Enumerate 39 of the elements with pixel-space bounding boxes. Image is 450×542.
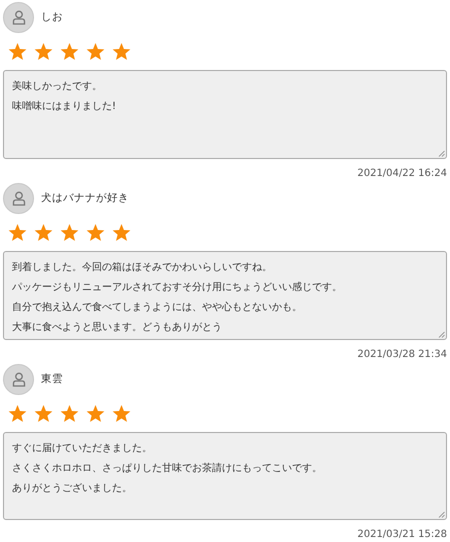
resize-handle-icon[interactable] [438,511,445,518]
star-icon [60,405,79,423]
review-date: 2021/04/22 16:24 [357,167,447,181]
star-icon [86,405,105,423]
star-icon [86,224,105,242]
avatar-icon [3,183,34,214]
review-text-box[interactable]: すぐに届けていただきました。 さくさくホロホロ、さっぱりした甘味でお茶請けにもってこいです。 ありがとうございました。 [3,432,447,520]
star-icon [86,43,105,61]
resize-handle-icon[interactable] [438,331,445,338]
review-text-line: 自分で抱え込んで食べてしまうようには、やや心もとないかも。 [12,300,302,316]
star-icon [8,224,27,242]
review-text-line: 味噌味にはまりました! [12,100,116,114]
reviewer-name: しお [41,10,63,25]
star-icon [34,43,53,61]
review-text-line: 到着しました。今回の箱はほそみでかわいらしいですね。 [12,260,272,276]
review-date: 2021/03/28 21:34 [357,348,447,362]
review-date: 2021/03/21 15:28 [357,528,447,542]
star-icon [34,405,53,423]
reviewer-name: 犬はバナナが好き [41,190,129,206]
reviewer-name: 東雲 [41,372,63,387]
star-icon [34,224,53,242]
avatar-icon [3,364,34,395]
star-icon [112,224,131,242]
star-icon [60,224,79,242]
review-text-line: ありがとうございました。 [12,482,132,496]
review-text-box[interactable]: 美味しかったです。 味噌味にはまりました! [3,70,447,159]
review-text-line: すぐに届けていただきました。 [12,442,152,456]
star-icon [112,405,131,423]
avatar-icon [3,2,34,33]
review-text-line: 美味しかったです。 [12,80,102,94]
review-text-box[interactable]: 到着しました。今回の箱はほそみでかわいらしいですね。 パッケージもリニューアルされておすそ分け用にちょうどいい感じです。 自分で抱え込んで食べてしまうようには、やや心もとないかも。 大事に食べようと思います。どうもありがとう [3,251,447,340]
star-icon [8,405,27,423]
star-icon [8,43,27,61]
review-text-line: パッケージもリニューアルされておすそ分け用にちょうどいい感じです。 [12,280,342,296]
review-text-line: 大事に食べようと思います。どうもありがとう [12,320,222,336]
star-icon [60,43,79,61]
review-text-line: さくさくホロホロ、さっぱりした甘味でお茶請けにもってこいです。 [12,462,322,476]
star-icon [112,43,131,61]
resize-handle-icon[interactable] [438,150,445,157]
